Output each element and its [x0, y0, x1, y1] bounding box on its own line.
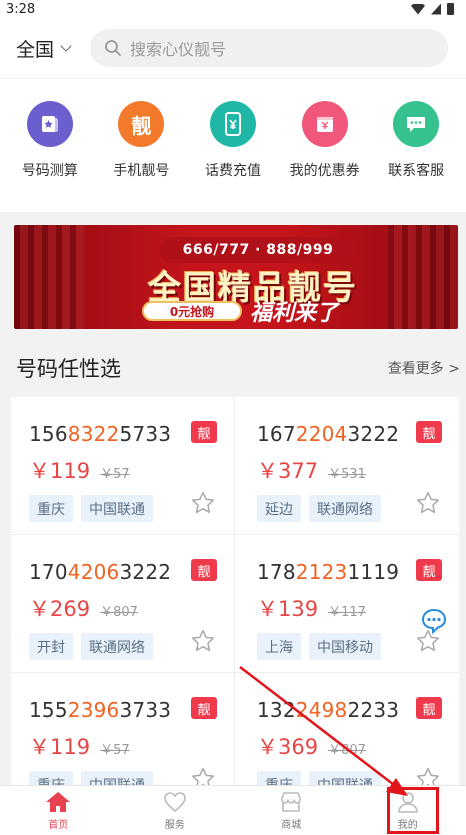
promo-banner[interactable]: 666/777 · 888/999 全国精品靓号 0元抢购 福利来了	[14, 225, 458, 329]
original-price: ￥807	[100, 605, 138, 620]
liang-badge: 靓	[191, 559, 217, 581]
status-time: 3:28	[6, 1, 36, 17]
quick-nav-label: 我的优惠券	[289, 163, 360, 179]
section-title: 号码任性选	[16, 357, 121, 381]
status-icons	[411, 3, 454, 15]
search-placeholder: 搜索心仪靓号	[130, 40, 227, 59]
banner-pill: 0元抢购	[142, 301, 242, 321]
star-icon[interactable]	[415, 766, 441, 785]
original-price: ￥531	[328, 467, 366, 482]
liang-badge: 靓	[416, 559, 442, 581]
liang-badge: 靓	[191, 421, 217, 443]
quick-nav-coupons[interactable]: 我的优惠券	[280, 101, 370, 212]
home-icon	[46, 791, 71, 812]
search-input[interactable]: 搜索心仪靓号	[90, 29, 448, 67]
chat-icon	[393, 101, 440, 147]
number-card[interactable]: 17042063222 靓 ￥269 ￥807 开封 联通网络	[11, 535, 235, 673]
liang-badge: 靓	[416, 697, 442, 719]
location-tag: 重庆	[29, 495, 73, 522]
banner-top-text: 666/777 · 888/999	[160, 237, 356, 263]
status-bar: 3:28	[0, 0, 466, 18]
tab-label: 首页	[48, 819, 69, 831]
number-card[interactable]: 15683225733 靓 ￥119 ￥57 重庆 中国联通	[11, 397, 235, 535]
number-grid: 15683225733 靓 ￥119 ￥57 重庆 中国联通 16722043222…	[11, 397, 459, 785]
see-more-link[interactable]: 查看更多 >	[388, 358, 460, 378]
liang-icon: 靓	[118, 101, 165, 147]
location-tag: 延边	[257, 495, 301, 522]
search-icon	[105, 40, 121, 56]
location-tag: 重庆	[257, 771, 301, 785]
star-icon[interactable]	[190, 766, 216, 785]
liang-badge: 靓	[191, 697, 217, 719]
wifi-icon	[411, 3, 425, 15]
quick-nav-lucky-number[interactable]: 靓 手机靓号	[96, 101, 186, 212]
shop-icon	[281, 791, 302, 812]
star-icon[interactable]	[190, 628, 216, 654]
quick-nav-label: 联系客服	[388, 163, 445, 179]
number-card[interactable]: 17821231119 靓 ￥139 ￥117 上海 中国移动	[235, 535, 459, 673]
section-header: 号码任性选 查看更多 >	[16, 342, 460, 394]
location-tag: 上海	[257, 633, 301, 660]
quick-nav-label: 号码测算	[21, 163, 78, 179]
location-tag: 开封	[29, 633, 73, 660]
annotation-highlight-box	[387, 787, 439, 834]
liang-badge: 靓	[416, 421, 442, 443]
tab-label: 商城	[281, 819, 302, 831]
star-card-icon	[26, 101, 73, 147]
phone-yen-icon	[209, 101, 256, 147]
carrier-tag: 联通网络	[81, 633, 153, 660]
star-icon[interactable]	[190, 490, 216, 516]
price: ￥119	[29, 459, 91, 483]
star-icon[interactable]	[415, 490, 441, 516]
quick-nav-recharge[interactable]: 话费充值	[188, 101, 278, 212]
price: ￥369	[257, 735, 319, 759]
original-price: ￥57	[100, 743, 130, 758]
carrier-tag: 中国联通	[309, 771, 381, 785]
location-tag: 重庆	[29, 771, 73, 785]
region-selector[interactable]: 全国	[16, 35, 90, 62]
carrier-tag: 中国联通	[81, 495, 153, 522]
number-card[interactable]: 15523963733 靓 ￥119￥57 重庆中国联通	[11, 673, 235, 785]
tab-service[interactable]: 服务	[117, 786, 234, 835]
original-price: ￥57	[100, 467, 130, 482]
battery-icon	[447, 3, 454, 15]
tab-shop[interactable]: 商城	[233, 786, 350, 835]
carrier-tag: 中国移动	[309, 633, 381, 660]
number-card[interactable]: 16722043222 靓 ￥377 ￥531 延边 联通网络	[235, 397, 459, 535]
curtain-decoration	[14, 225, 84, 329]
chevron-down-icon	[60, 39, 72, 52]
original-price: ￥117	[328, 605, 366, 620]
number-card[interactable]: 13224982233 靓 ￥369￥807 重庆中国联通	[235, 673, 459, 785]
top-bar: 全国 搜索心仪靓号	[0, 18, 466, 78]
region-label: 全国	[16, 38, 55, 61]
carrier-tag: 联通网络	[309, 495, 381, 522]
quick-nav: 号码测算 靓 手机靓号 话费充值 我的优惠券 联系客服	[0, 78, 466, 212]
price: ￥119	[29, 735, 91, 759]
curtain-decoration	[388, 225, 458, 329]
tab-label: 服务	[164, 819, 185, 831]
banner-side-text: 福利来了	[250, 301, 339, 326]
original-price: ￥807	[328, 743, 366, 758]
quick-nav-label: 话费充值	[204, 163, 261, 179]
floating-chat-icon[interactable]	[420, 607, 448, 635]
carrier-tag: 中国联通	[81, 771, 153, 785]
price: ￥377	[257, 459, 319, 483]
heart-icon	[163, 791, 186, 812]
signal-icon	[431, 3, 441, 15]
price: ￥139	[257, 597, 319, 621]
tab-home[interactable]: 首页	[0, 786, 117, 835]
price: ￥269	[29, 597, 91, 621]
quick-nav-support[interactable]: 联系客服	[371, 101, 461, 212]
quick-nav-label: 手机靓号	[113, 163, 170, 179]
quick-nav-number-calc[interactable]: 号码测算	[5, 101, 95, 212]
coupon-icon	[301, 101, 348, 147]
